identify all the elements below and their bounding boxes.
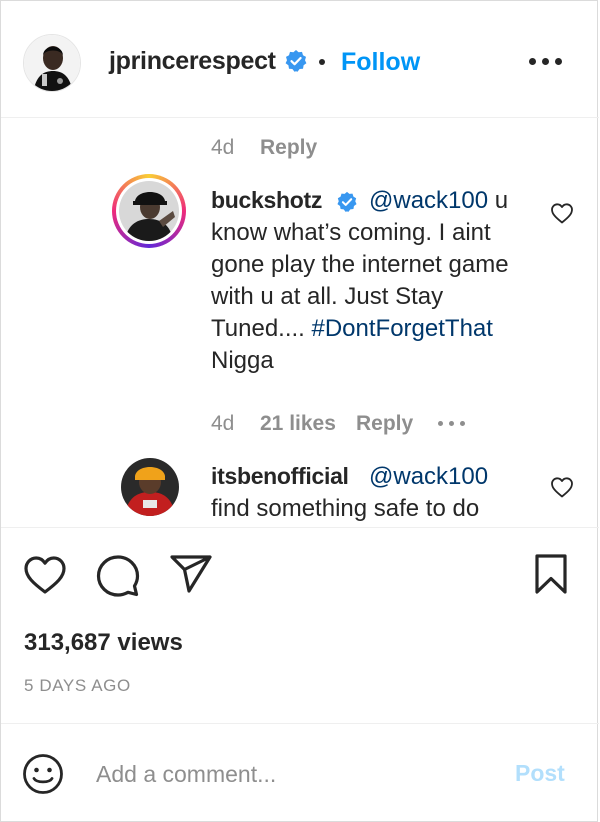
divider [1, 527, 599, 528]
post-timestamp: 5 DAYS AGO [24, 676, 131, 695]
comment-body: @wack100 u know what’s coming. I aint go… [211, 185, 531, 377]
post-panel: jprincerespect Follow 4d Reply buckshotz… [0, 0, 599, 822]
paper-plane-icon[interactable] [169, 554, 213, 594]
comment-likes[interactable]: 21 likes [260, 412, 336, 436]
comment-input[interactable] [96, 756, 496, 792]
comment-bubble-icon[interactable] [96, 554, 140, 598]
bookmark-icon[interactable] [533, 553, 569, 595]
prev-comment-meta: 4d [211, 136, 234, 160]
commenter-avatar[interactable] [121, 458, 179, 516]
comment-body: @wack100 find something safe to do [211, 461, 531, 525]
comment-mention[interactable]: @wack100 [369, 187, 488, 214]
reply-button[interactable]: Reply [356, 412, 413, 436]
author-avatar[interactable] [23, 34, 81, 92]
comment-age: 4d [211, 412, 235, 435]
comment-text-tail: Nigga [211, 347, 274, 374]
post-header: jprincerespect Follow [1, 1, 599, 118]
author-username[interactable]: jprincerespect [109, 47, 276, 76]
view-count[interactable]: 313,687 views [24, 629, 183, 657]
post-button[interactable]: Post [515, 760, 565, 787]
commenter-avatar[interactable] [112, 174, 186, 248]
heart-icon[interactable] [550, 476, 574, 498]
verified-badge-icon [285, 50, 307, 72]
comments-list[interactable]: 4d Reply buckshotz @wack100 u know what’… [1, 119, 599, 527]
more-horizontal-icon[interactable] [529, 58, 563, 66]
comment-text: find something safe to do [211, 495, 480, 522]
comment-meta: 4d [211, 412, 234, 436]
follow-button[interactable]: Follow [341, 48, 420, 77]
divider [1, 723, 599, 724]
comment-options-icon[interactable] [438, 421, 468, 427]
comment-hashtag[interactable]: #DontForgetThat [312, 315, 493, 342]
heart-icon[interactable] [23, 555, 67, 595]
heart-icon[interactable] [550, 202, 574, 224]
smiley-face-icon[interactable] [22, 753, 64, 795]
comment-mention[interactable]: @wack100 [369, 463, 488, 490]
reply-button[interactable]: Reply [260, 136, 317, 160]
separator-dot [319, 59, 325, 65]
comment-age: 4d [211, 136, 235, 159]
